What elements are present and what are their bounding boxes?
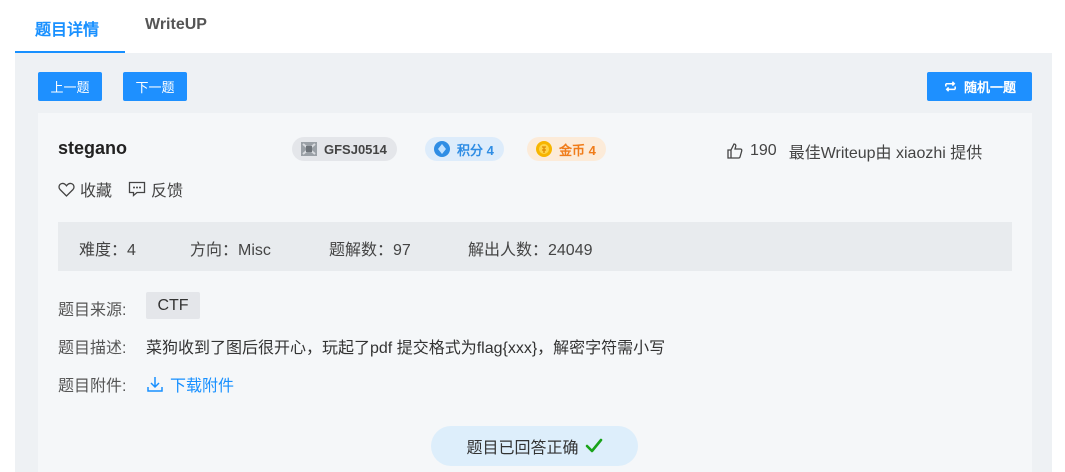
favorite-label: 收藏 xyxy=(80,183,113,200)
score-badge: 积分 4 xyxy=(425,137,504,161)
favorite-button[interactable]: 收藏 xyxy=(58,177,112,201)
feedback-button[interactable]: 反馈 xyxy=(128,177,183,201)
best-writeup[interactable]: 最佳Writeup由 xiaozhi 提供 xyxy=(789,139,983,163)
heart-icon xyxy=(58,182,75,197)
stats-bar: 难度：4 方向：Misc 题解数：97 解出人数：24049 xyxy=(58,222,1012,271)
tab-writeup[interactable]: WriteUP xyxy=(145,16,207,34)
challenge-title: stegano xyxy=(58,138,128,158)
tab-bar: 题目详情 WriteUP xyxy=(15,0,1052,53)
challenge-id: GFSJ0514 xyxy=(324,141,387,157)
prev-challenge-button[interactable]: 上一题 xyxy=(38,72,102,101)
score-value: 积分 4 xyxy=(457,142,494,158)
attachment-label: 题目附件: xyxy=(58,378,127,395)
download-icon xyxy=(147,377,163,392)
challenge-description: 菜狗收到了图后很开心，玩起了pdf 提交格式为flag{xxx}，解密字符需小写 xyxy=(146,340,666,357)
coin-value: 金币 4 xyxy=(559,142,596,158)
check-icon xyxy=(585,438,602,453)
source-label: 题目来源: xyxy=(58,302,127,319)
likes-count: 190 xyxy=(750,142,777,159)
tab-challenge-details[interactable]: 题目详情 xyxy=(35,16,99,40)
comment-icon xyxy=(128,181,146,197)
shuffle-icon xyxy=(945,81,956,92)
challenge-actions: 收藏 反馈 xyxy=(58,177,199,201)
coin-icon xyxy=(536,141,552,157)
likes-info: 190 最佳Writeup由 xiaozhi 提供 xyxy=(726,139,982,163)
download-attachment-link[interactable]: 下载附件 xyxy=(146,372,234,396)
random-challenge-label: 随机一题 xyxy=(963,80,1016,95)
solvers-stat: 解出人数：24049 xyxy=(468,242,593,259)
source-tag: CTF xyxy=(146,292,200,319)
next-challenge-button[interactable]: 下一题 xyxy=(123,72,187,101)
description-label: 题目描述: xyxy=(58,340,127,357)
score-gem-icon xyxy=(434,141,450,157)
direction-stat: 方向：Misc xyxy=(190,242,271,259)
gfsj-logo-icon xyxy=(301,142,317,156)
coin-badge: 金币 4 xyxy=(527,137,606,161)
thumbs-up-icon[interactable] xyxy=(726,142,744,160)
challenge-id-badge: GFSJ0514 xyxy=(292,137,397,161)
answered-text: 题目已回答正确 xyxy=(466,440,579,457)
answered-status: 题目已回答正确 xyxy=(431,426,638,466)
solutions-stat: 题解数：97 xyxy=(329,242,411,259)
feedback-label: 反馈 xyxy=(151,183,184,200)
random-challenge-button[interactable]: 随机一题 xyxy=(927,72,1032,101)
difficulty-stat: 难度：4 xyxy=(79,242,136,259)
download-label: 下载附件 xyxy=(170,378,235,395)
